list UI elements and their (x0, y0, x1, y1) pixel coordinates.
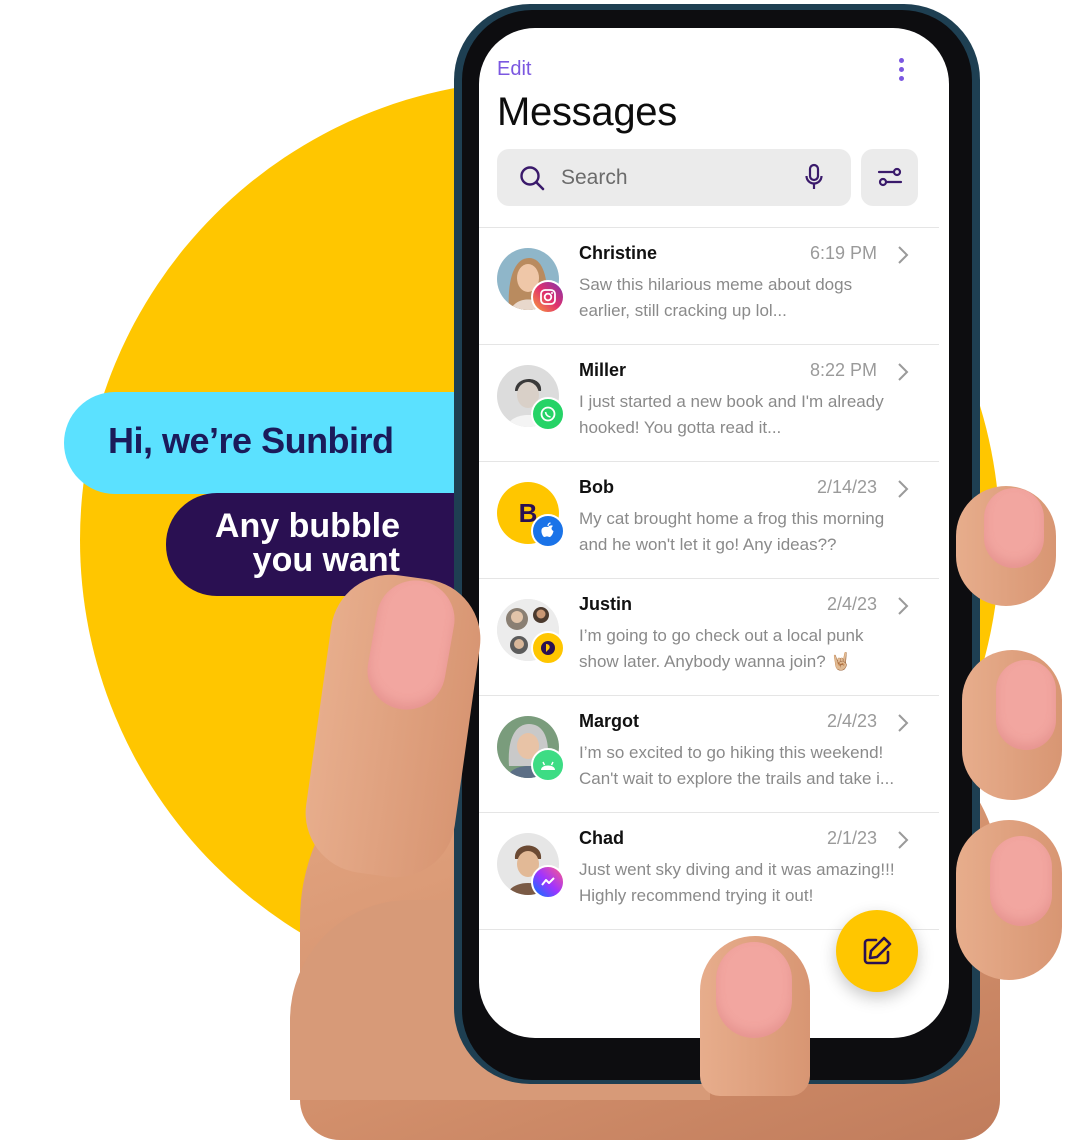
chevron-right-icon (898, 597, 909, 615)
message-preview-line-1: Saw this hilarious meme about dogs (579, 275, 853, 294)
search-placeholder: Search (561, 166, 628, 189)
hand-fingernail (990, 836, 1052, 926)
promo-bubble-purple-line-2: you want (252, 541, 400, 579)
page-title: Messages (497, 90, 677, 134)
message-preview-line-1: Just went sky diving and it was amazing!… (579, 860, 895, 879)
timestamp: 8:22 PM (809, 360, 877, 380)
apple-icon (531, 514, 565, 548)
contact-name: Chad (579, 828, 624, 848)
message-preview: Saw this hilarious meme about dogs earli… (579, 272, 919, 324)
message-preview-line-1: I’m so excited to go hiking this weekend… (579, 743, 884, 762)
filter-button[interactable] (861, 149, 918, 206)
promo-bubble-cyan-text: Hi, we’re Sunbird (108, 420, 394, 461)
message-preview-line-2: and he won't let it go! Any ideas?? (579, 535, 837, 554)
message-preview-line-2: hooked! You gotta read it... (579, 418, 782, 437)
hand-thumbnail (716, 942, 792, 1038)
message-preview-line-1: I’m going to go check out a local punk (579, 626, 864, 645)
android-icon (531, 748, 565, 782)
compose-pencil-icon (863, 936, 892, 965)
message-preview-line-2: show later. Anybody wanna join? 🤘🏼 (579, 652, 852, 671)
message-preview: My cat brought home a frog this morning … (579, 506, 919, 558)
messenger-icon (531, 865, 565, 899)
instagram-icon (531, 280, 565, 314)
message-preview-line-2: Can't wait to explore the trails and tak… (579, 769, 895, 788)
chevron-right-icon (898, 480, 909, 498)
contact-name: Margot (579, 711, 639, 731)
edit-button[interactable]: Edit (497, 58, 531, 81)
search-icon (520, 166, 545, 191)
message-preview-line-1: I just started a new book and I'm alread… (579, 392, 884, 411)
mic-icon[interactable] (803, 163, 825, 191)
hand-fingernail (996, 660, 1056, 750)
message-preview: Just went sky diving and it was amazing!… (579, 857, 919, 909)
conversation-item[interactable]: Christine 6:19 PM Saw this hilarious mem… (479, 228, 939, 345)
chevron-right-icon (898, 831, 909, 849)
filter-sliders-icon (877, 167, 903, 187)
search-input[interactable]: Search (497, 149, 851, 206)
more-options-icon[interactable] (893, 58, 909, 82)
conversation-item[interactable]: Justin 2/4/23 I’m going to go check out … (479, 579, 939, 696)
timestamp: 2/14/23 (816, 477, 877, 497)
contact-name: Justin (579, 594, 633, 614)
conversation-item[interactable]: Miller 8:22 PM I just started a new book… (479, 345, 939, 462)
chevron-right-icon (898, 246, 909, 264)
message-preview: I just started a new book and I'm alread… (579, 389, 919, 441)
timestamp: 2/1/23 (826, 828, 877, 848)
chevron-right-icon (898, 714, 909, 732)
timestamp: 2/4/23 (826, 711, 877, 731)
timestamp: 2/4/23 (826, 594, 877, 614)
conversation-item[interactable]: B Bob 2/14/23 My cat brought home a frog… (479, 462, 939, 579)
sunbird-icon (531, 631, 565, 665)
timestamp: 6:19 PM (809, 243, 877, 263)
message-preview: I’m going to go check out a local punk s… (579, 623, 919, 675)
compose-button[interactable] (836, 910, 918, 992)
contact-name: Miller (579, 360, 627, 380)
message-preview: I’m so excited to go hiking this weekend… (579, 740, 919, 792)
promo-bubble-cyan: Hi, we’re Sunbird (64, 392, 464, 494)
chevron-right-icon (898, 363, 909, 381)
conversation-item[interactable]: Margot 2/4/23 I’m so excited to go hikin… (479, 696, 939, 813)
phone-screen: Edit Messages Search Christine 6:19 PM S… (479, 28, 949, 1038)
hand-fingernail (984, 488, 1044, 568)
message-preview-line-1: My cat brought home a frog this morning (579, 509, 885, 528)
contact-name: Bob (579, 477, 614, 497)
whatsapp-icon (531, 397, 565, 431)
message-preview-line-2: Highly recommend trying it out! (579, 886, 814, 905)
contact-name: Christine (579, 243, 658, 263)
message-preview-line-2: earlier, still cracking up lol... (579, 301, 787, 320)
